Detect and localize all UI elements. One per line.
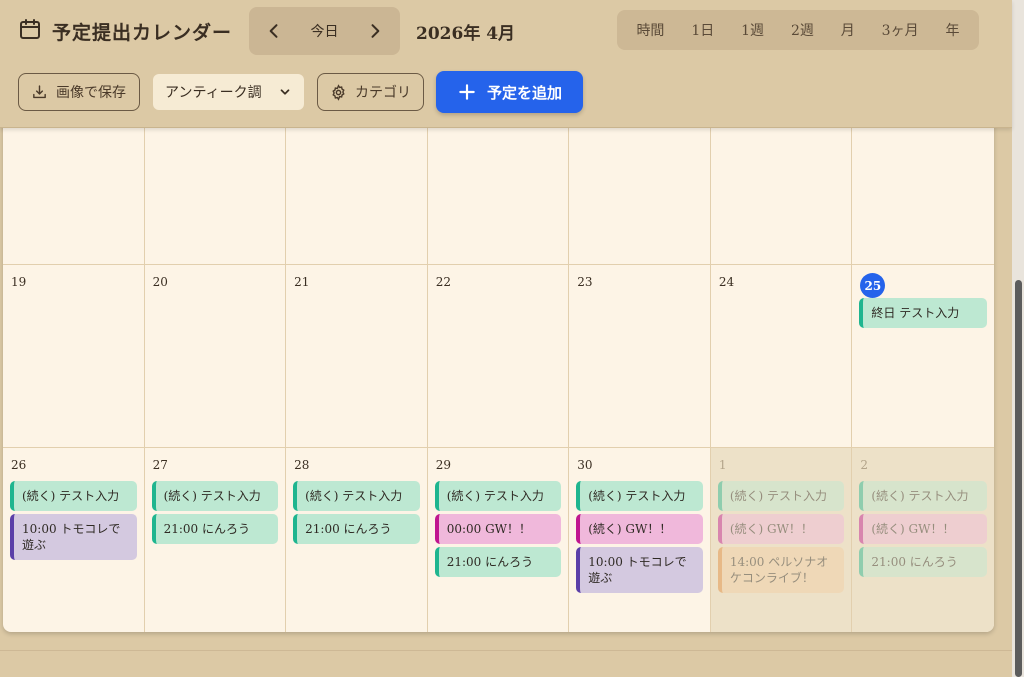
event-list: (続く) テスト入力 21:00 にんろう (151, 481, 279, 544)
day-number: 22 (435, 275, 451, 289)
calendar-day-cell[interactable]: 24 (711, 265, 853, 447)
event-chip[interactable]: 10:00 トモコレで遊ぶ (10, 514, 137, 560)
category-label: カテゴリ (355, 85, 411, 101)
calendar-day-cell[interactable]: 27 (続く) テスト入力 21:00 にんろう (145, 448, 287, 632)
save-image-button[interactable]: 画像で保存 (18, 73, 140, 111)
event-chip[interactable]: 00:00 GW！！ (434, 514, 562, 544)
day-number: 28 (294, 458, 310, 472)
event-chip[interactable]: (続く) GW！！ (576, 514, 703, 544)
calendar-day-cell[interactable]: 26 (続く) テスト入力 10:00 トモコレで遊ぶ (3, 448, 145, 632)
day-number: 20 (152, 275, 168, 289)
calendar-day-cell[interactable]: 20 (145, 265, 287, 447)
calendar-week-row: 26 (続く) テスト入力 10:00 トモコレで遊ぶ 27 (続く) テスト入力 21:… (3, 448, 994, 632)
calendar-day-cell[interactable]: 2 (続く) テスト入力 (続く) GW！！ 21:00 にんろう (852, 448, 994, 632)
event-chip[interactable]: (続く) テスト入力 (151, 481, 279, 511)
app-title: 予定提出カレンダー (52, 21, 233, 44)
app-header: 予定提出カレンダー 今日 2026年 4月 時間 1日 1週 2週 月 3ヶ月 … (0, 0, 1012, 128)
event-chip[interactable]: 21:00 にんろう (859, 547, 987, 577)
day-number: 27 (152, 458, 168, 472)
view-tab-month[interactable]: 月 (837, 16, 859, 44)
scrollbar-thumb[interactable] (1015, 280, 1022, 677)
calendar-day-cell[interactable]: 28 (続く) テスト入力 21:00 にんろう (286, 448, 428, 632)
calendar-day-cell[interactable]: 22 (428, 265, 570, 447)
day-number: 2 (860, 458, 869, 472)
month-calendar-grid: 19 20 21 22 23 24 25 終日 テスト入力 26 (続く) テスト入力 10:00 … (3, 100, 994, 632)
category-button[interactable]: カテゴリ (317, 73, 424, 111)
event-chip[interactable]: 14:00 ペルソナオケコンライブ！ (717, 547, 845, 593)
event-chip[interactable]: (続く) テスト入力 (434, 481, 562, 511)
current-month-label: 2026年 4月 (416, 24, 516, 44)
event-chip[interactable]: 21:00 にんろう (151, 514, 279, 544)
view-tab-day[interactable]: 1日 (687, 16, 718, 44)
event-list: (続く) テスト入力 10:00 トモコレで遊ぶ (10, 481, 137, 560)
view-tab-time[interactable]: 時間 (632, 16, 668, 44)
chevron-right-icon (371, 24, 380, 38)
event-chip[interactable]: (続く) テスト入力 (10, 481, 137, 511)
calendar-icon (18, 17, 42, 45)
calendar-day-cell[interactable]: 30 (続く) テスト入力 (続く) GW！！ 10:00 トモコレで遊ぶ (569, 448, 711, 632)
save-image-label: 画像で保存 (56, 85, 126, 101)
chevron-down-icon (280, 89, 290, 95)
calendar-day-cell[interactable]: 21 (286, 265, 428, 447)
today-day-number: 25 (860, 273, 886, 298)
event-list: 終日 テスト入力 (859, 298, 987, 328)
view-switcher: 時間 1日 1週 2週 月 3ヶ月 年 (617, 10, 979, 50)
app-title-group: 予定提出カレンダー (18, 16, 232, 46)
calendar-day-cell[interactable]: 23 (569, 265, 711, 447)
add-event-button[interactable]: 予定を追加 (436, 71, 583, 113)
day-number: 1 (718, 458, 727, 472)
theme-select-value: アンティーク調 (165, 85, 262, 101)
event-chip[interactable]: 終日 テスト入力 (859, 298, 987, 328)
day-number: 19 (11, 275, 27, 289)
day-number: 21 (294, 275, 310, 289)
calendar-week-row: 19 20 21 22 23 24 25 終日 テスト入力 (3, 265, 994, 448)
event-chip[interactable]: (続く) GW！！ (859, 514, 987, 544)
event-chip[interactable]: (続く) テスト入力 (293, 481, 420, 511)
day-number: 23 (577, 275, 593, 289)
next-button[interactable] (350, 7, 400, 55)
event-chip[interactable]: 10:00 トモコレで遊ぶ (576, 547, 703, 593)
event-chip[interactable]: 21:00 にんろう (434, 547, 562, 577)
event-chip[interactable]: (続く) GW！！ (717, 514, 845, 544)
day-number: 24 (718, 275, 735, 289)
event-list: (続く) テスト入力 00:00 GW！！ 21:00 にんろう (434, 481, 562, 577)
event-chip[interactable]: (続く) テスト入力 (576, 481, 703, 511)
event-list: (続く) テスト入力 21:00 にんろう (293, 481, 420, 544)
view-tab-2week[interactable]: 2週 (787, 16, 818, 44)
chevron-left-icon (269, 24, 278, 38)
event-chip[interactable]: (続く) テスト入力 (859, 481, 987, 511)
day-number: 29 (435, 458, 451, 472)
view-tab-week[interactable]: 1週 (737, 16, 768, 44)
date-nav-group: 今日 (249, 7, 400, 55)
plus-icon (459, 84, 475, 100)
view-tab-3month[interactable]: 3ヶ月 (878, 16, 923, 44)
prev-button[interactable] (249, 7, 299, 55)
calendar-day-cell[interactable]: 1 (続く) テスト入力 (続く) GW！！ 14:00 ペルソナオケコンライブ！ (710, 448, 853, 632)
calendar-day-cell[interactable]: 25 終日 テスト入力 (852, 265, 994, 447)
event-chip[interactable]: 21:00 にんろう (293, 514, 420, 544)
day-number: 26 (11, 458, 27, 472)
download-icon (33, 84, 46, 98)
view-tab-year[interactable]: 年 (941, 16, 963, 44)
event-chip[interactable]: (続く) テスト入力 (717, 481, 845, 511)
add-event-label: 予定を追加 (486, 83, 562, 102)
event-list: (続く) テスト入力 (続く) GW！！ 10:00 トモコレで遊ぶ (576, 481, 703, 593)
today-button[interactable]: 今日 (299, 21, 350, 41)
calendar-day-cell[interactable]: 19 (3, 265, 145, 447)
event-list: (続く) テスト入力 (続く) GW！！ 14:00 ペルソナオケコンライブ！ (717, 481, 845, 593)
calendar-day-cell[interactable]: 29 (続く) テスト入力 00:00 GW！！ 21:00 にんろう (428, 448, 570, 632)
theme-select[interactable]: アンティーク調 (153, 74, 304, 110)
divider (0, 650, 1012, 651)
gear-icon (332, 83, 345, 101)
day-number: 30 (577, 458, 593, 472)
event-list: (続く) テスト入力 (続く) GW！！ 21:00 にんろう (859, 481, 987, 577)
